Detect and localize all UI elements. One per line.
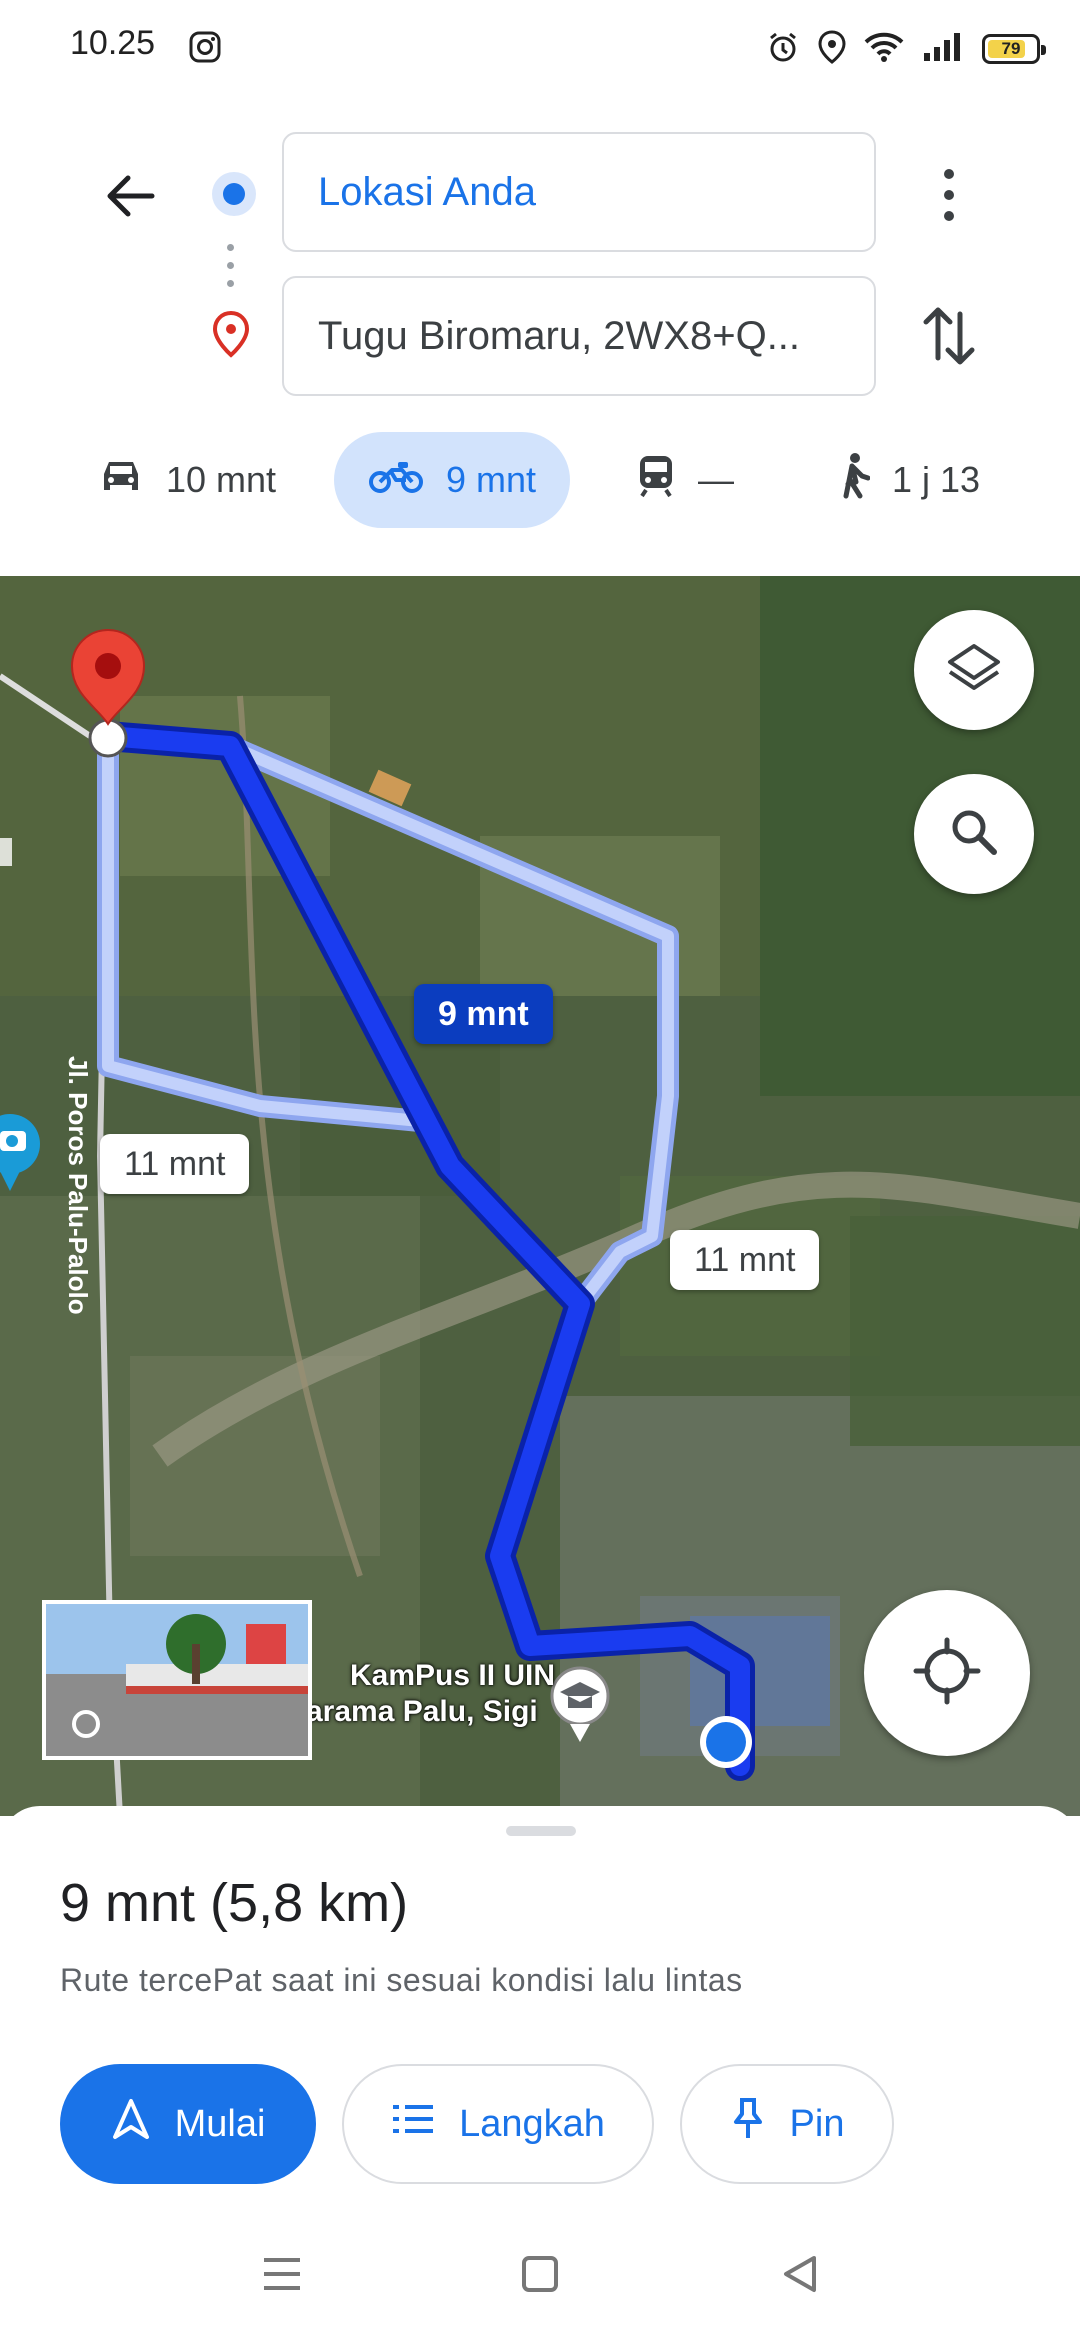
connector-dot	[227, 244, 234, 251]
battery-level: 79	[1001, 39, 1021, 58]
connector-dot	[227, 280, 234, 287]
mode-transit-time: —	[698, 459, 734, 500]
destination-input[interactable]: Tugu Biromaru, 2WX8+Q...	[282, 276, 876, 396]
pin-button[interactable]: Pin	[680, 2064, 894, 2184]
pin-icon	[730, 2096, 766, 2152]
my-location-button[interactable]	[864, 1590, 1030, 1756]
mode-car-time: 10 mnt	[166, 459, 277, 500]
search-button[interactable]	[914, 774, 1034, 894]
route-time-alt-left[interactable]: 11 mnt	[100, 1134, 250, 1194]
map-view[interactable]: 9 mnt 11 mnt 11 mnt Jl. Poros Palu-Palol…	[0, 576, 1080, 1816]
mode-motorcycle[interactable]: 9 mnt	[334, 432, 570, 528]
battery-icon: 79	[982, 34, 1046, 64]
train-icon	[636, 454, 676, 507]
connector-dot	[227, 262, 234, 269]
mode-car[interactable]: 10 mnt	[98, 432, 276, 528]
mode-motorcycle-time: 9 mnt	[445, 459, 537, 500]
road-label: Jl. Poros Palu-Palolo	[63, 1056, 93, 1315]
signal-icon	[922, 31, 964, 68]
location-icon	[818, 29, 846, 69]
route-time-alt-right[interactable]: 11 mnt	[670, 1230, 820, 1290]
alarm-icon	[766, 30, 800, 69]
my-location-icon	[912, 1636, 982, 1711]
steps-button-label: Langkah	[459, 2102, 605, 2145]
layers-icon	[944, 638, 1004, 703]
motorcycle-icon	[368, 456, 424, 505]
search-icon	[944, 802, 1004, 867]
destination-pin-icon	[210, 310, 252, 358]
list-icon	[391, 2102, 435, 2146]
swap-directions-icon[interactable]	[918, 300, 980, 372]
more-options-icon[interactable]	[924, 160, 974, 230]
origin-dot-icon	[212, 172, 256, 216]
route-time-best[interactable]: 9 mnt	[414, 984, 553, 1044]
status-time: 10.25	[70, 24, 156, 62]
sheet-grabber[interactable]	[506, 1826, 576, 1836]
home-nav-icon[interactable]	[510, 2246, 570, 2302]
street-view-thumbnail[interactable]	[42, 1600, 312, 1760]
navigation-arrow-icon	[111, 2097, 151, 2151]
poi-label-line2[interactable]: arama Palu, Sigi	[306, 1694, 538, 1730]
poi-label-line1[interactable]: KamPus II UIN	[350, 1658, 555, 1694]
origin-input[interactable]: Lokasi Anda	[282, 132, 876, 252]
back-nav-icon[interactable]	[770, 2246, 830, 2302]
start-button[interactable]: Mulai	[60, 2064, 316, 2184]
car-icon	[98, 456, 144, 505]
route-summary: 9 mnt (5,8 km)	[60, 1873, 409, 1933]
layers-button[interactable]	[914, 610, 1034, 730]
pin-button-label: Pin	[789, 2102, 845, 2145]
wifi-icon	[864, 31, 904, 68]
mode-walk[interactable]: 1 j 13	[834, 432, 980, 528]
steps-button[interactable]: Langkah	[342, 2064, 654, 2184]
mode-walk-time: 1 j 13	[892, 459, 981, 500]
route-description: Rute tercePat saat ini sesuai kondisi la…	[60, 1962, 743, 1998]
start-button-label: Mulai	[174, 2102, 266, 2145]
menu-nav-icon[interactable]	[252, 2246, 312, 2302]
back-button[interactable]	[96, 160, 168, 232]
instagram-icon	[188, 30, 222, 64]
walk-icon	[834, 452, 871, 509]
mode-transit[interactable]: —	[636, 432, 734, 528]
